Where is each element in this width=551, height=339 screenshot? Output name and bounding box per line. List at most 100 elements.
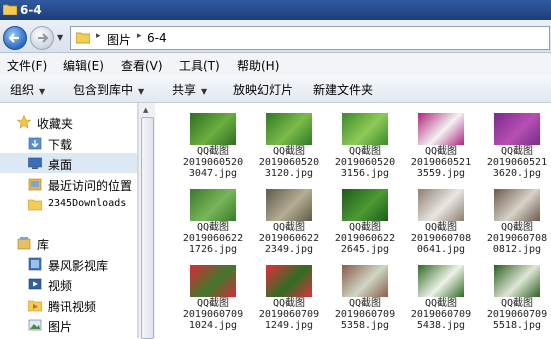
file-name: QQ截图 2019060520 3120.jpg (258, 146, 320, 179)
desktop-icon (28, 157, 42, 169)
breadcrumb-separator[interactable]: ▸ (96, 31, 101, 41)
file-item[interactable]: QQ截图 2019060708 0641.jpg (403, 183, 479, 259)
window-title: 6-4 (20, 3, 42, 17)
image-thumbnail (190, 189, 236, 221)
file-item[interactable]: QQ截图 2019060708 0812.jpg (479, 183, 551, 259)
file-name: QQ截图 2019060709 5358.jpg (334, 298, 396, 331)
include-in-library-button[interactable]: 包含到库中 ▼ (73, 81, 144, 98)
image-thumbnail (342, 189, 388, 221)
recent-pages-dropdown[interactable]: ▼ (57, 33, 65, 42)
file-name: QQ截图 2019060622 1726.jpg (182, 222, 244, 255)
video-library-icon (28, 257, 42, 271)
nav-downloads[interactable]: 下载 (0, 133, 137, 153)
organize-button[interactable]: 组织 ▼ (10, 81, 45, 98)
nav-label: 图片 (48, 320, 73, 334)
folder-icon (76, 32, 90, 44)
new-folder-button[interactable]: 新建文件夹 (313, 81, 373, 98)
scroll-up-icon[interactable]: ▲ (143, 106, 148, 114)
nav-videos[interactable]: 视频 (0, 274, 137, 294)
chevron-down-icon: ▼ (201, 87, 208, 96)
tencent-video-icon (28, 300, 42, 312)
file-item[interactable]: QQ截图 2019060521 3620.jpg (479, 107, 551, 183)
address-bar: ▼ ▸ 图片 ▸ 6-4 (0, 20, 551, 53)
slideshow-button[interactable]: 放映幻灯片 (233, 81, 293, 98)
menu-bar: 文件(F) 编辑(E) 查看(V) 工具(T) 帮助(H) (0, 53, 551, 75)
file-name: QQ截图 2019060709 1024.jpg (182, 298, 244, 331)
nav-label: 库 (37, 238, 50, 252)
menu-file[interactable]: 文件(F) (7, 57, 47, 74)
folder-icon (28, 199, 42, 211)
nav-label: 视频 (48, 279, 73, 293)
nav-label: 收藏夹 (37, 117, 74, 131)
organize-label: 组织 (10, 83, 35, 97)
file-name: QQ截图 2019060622 2645.jpg (334, 222, 396, 255)
download-folder-icon (28, 137, 42, 150)
pictures-icon (28, 319, 42, 331)
file-name: QQ截图 2019060709 1249.jpg (258, 298, 320, 331)
nav-label: 桌面 (48, 158, 73, 172)
file-name: QQ截图 2019060520 3156.jpg (334, 146, 396, 179)
nav-label: 暴风影视库 (48, 259, 109, 273)
nav-desktop[interactable]: 桌面 (0, 153, 137, 173)
nav-recent-places[interactable]: 最近访问的位置 (0, 174, 137, 194)
nav-2345downloads[interactable]: 2345Downloads (0, 194, 137, 214)
chevron-down-icon: ▼ (138, 87, 145, 96)
nav-favorites[interactable]: 收藏夹 (0, 112, 137, 132)
address-path[interactable]: ▸ 图片 ▸ 6-4 (70, 26, 550, 50)
nav-storm-library[interactable]: 暴风影视库 (0, 254, 137, 274)
share-label: 共享 (172, 83, 197, 97)
navigation-pane: 收藏夹 下载 桌面 最近访问的位置 2345Downloads 库 暴风影视库 … (0, 103, 138, 338)
image-thumbnail (190, 113, 236, 145)
breadcrumb-pictures[interactable]: 图片 (107, 31, 131, 48)
nav-libraries[interactable]: 库 (0, 233, 137, 253)
file-name: QQ截图 2019060521 3559.jpg (410, 146, 472, 179)
image-thumbnail (266, 265, 312, 297)
file-item[interactable]: QQ截图 2019060622 2349.jpg (251, 183, 327, 259)
image-thumbnail (494, 265, 540, 297)
nav-label: 下载 (48, 138, 73, 152)
folder-icon (3, 4, 17, 15)
image-thumbnail (266, 189, 312, 221)
image-thumbnail (418, 113, 464, 145)
file-name: QQ截图 2019060708 0812.jpg (486, 222, 548, 255)
arrow-left-icon (8, 33, 19, 43)
share-button[interactable]: 共享 ▼ (172, 81, 207, 98)
menu-view[interactable]: 查看(V) (121, 57, 163, 74)
scroll-thumb[interactable] (141, 117, 154, 339)
file-name: QQ截图 2019060521 3620.jpg (486, 146, 548, 179)
file-item[interactable]: QQ截图 2019060520 3120.jpg (251, 107, 327, 183)
menu-edit[interactable]: 编辑(E) (63, 57, 104, 74)
forward-button[interactable] (30, 26, 54, 50)
title-bar: 6-4 (0, 0, 551, 20)
image-thumbnail (418, 265, 464, 297)
file-item[interactable]: QQ截图 2019060521 3559.jpg (403, 107, 479, 183)
file-name: QQ截图 2019060708 0641.jpg (410, 222, 472, 255)
nav-tencent-video[interactable]: 腾讯视频 (0, 295, 137, 315)
image-thumbnail (190, 265, 236, 297)
image-thumbnail (418, 189, 464, 221)
file-item[interactable]: QQ截图 2019060709 1249.jpg (251, 259, 327, 335)
file-grid: QQ截图 2019060520 3047.jpg QQ截图 2019060520 312… (155, 103, 551, 338)
star-icon (17, 115, 31, 129)
file-item[interactable]: QQ截图 2019060520 3047.jpg (175, 107, 251, 183)
video-icon (28, 278, 42, 290)
breadcrumb-current[interactable]: 6-4 (147, 31, 167, 45)
breadcrumb-separator[interactable]: ▸ (137, 31, 142, 41)
file-name: QQ截图 2019060709 5438.jpg (410, 298, 472, 331)
nav-pictures[interactable]: 图片 (0, 315, 137, 335)
file-item[interactable]: QQ截图 2019060709 1024.jpg (175, 259, 251, 335)
file-item[interactable]: QQ截图 2019060709 5518.jpg (479, 259, 551, 335)
image-thumbnail (342, 113, 388, 145)
file-item[interactable]: QQ截图 2019060520 3156.jpg (327, 107, 403, 183)
file-item[interactable]: QQ截图 2019060622 1726.jpg (175, 183, 251, 259)
nav-label: 2345Downloads (48, 198, 127, 209)
nav-label: 腾讯视频 (48, 300, 97, 314)
file-item[interactable]: QQ截图 2019060709 5438.jpg (403, 259, 479, 335)
file-item[interactable]: QQ截图 2019060709 5358.jpg (327, 259, 403, 335)
back-button[interactable] (3, 26, 27, 50)
file-name: QQ截图 2019060622 2349.jpg (258, 222, 320, 255)
file-item[interactable]: QQ截图 2019060622 2645.jpg (327, 183, 403, 259)
menu-help[interactable]: 帮助(H) (237, 57, 279, 74)
nav-scrollbar[interactable]: ▲ (138, 103, 155, 339)
menu-tools[interactable]: 工具(T) (179, 57, 220, 74)
